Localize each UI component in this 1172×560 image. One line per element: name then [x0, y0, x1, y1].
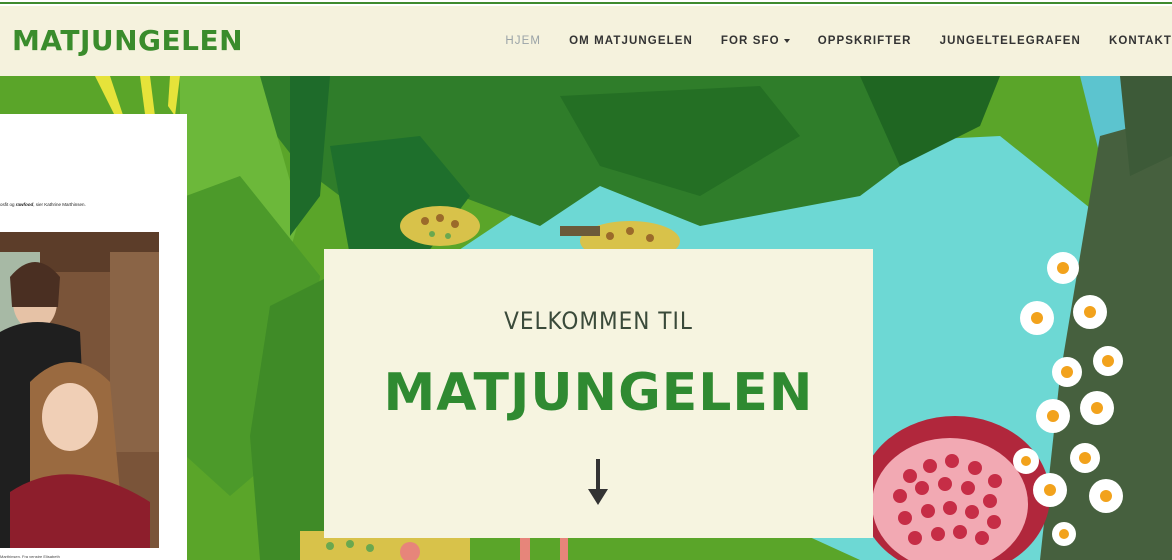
article-text-italic: rawfood [15, 202, 34, 207]
nav-item-jungeltelegrafen[interactable]: JUNGELTELEGRAFEN [940, 35, 1081, 47]
photo-caption: Marthinsen. Fra venstre Elisabeth [0, 554, 60, 559]
article-photo [0, 232, 159, 548]
nav-item-for-sfo-label: FOR SFO [720, 35, 780, 47]
article-text-line: osfit og rawfood, sier Kathrine Marthins… [0, 202, 187, 207]
main-nav: HJEM OM MATJUNGELEN FOR SFO OPPSKRIFTER … [477, 6, 1172, 76]
article-text-suffix: , sier Kathrine Marthinsen. [33, 202, 86, 207]
welcome-title: VELKOMMEN TIL [504, 307, 693, 335]
caret-down-icon [783, 38, 790, 43]
nav-item-om-matjungelen[interactable]: OM MATJUNGELEN [569, 35, 693, 47]
article-overlay: osfit og rawfood, sier Kathrine Marthins… [0, 114, 187, 560]
site-logo[interactable]: MATJUNGELEN [12, 24, 243, 58]
nav-item-kontakt[interactable]: KONTAKT [1109, 35, 1172, 47]
welcome-box: VELKOMMEN TIL MATJUNGELEN [324, 249, 873, 538]
top-border [0, 0, 1172, 4]
article-text-prefix: osfit og [0, 202, 16, 207]
nav-item-oppskrifter[interactable]: OPPSKRIFTER [818, 35, 912, 47]
nav-item-hjem[interactable]: HJEM [505, 35, 541, 47]
nav-item-for-sfo[interactable]: FOR SFO [721, 35, 790, 47]
arrow-down-icon[interactable] [586, 459, 610, 507]
pattern-bush-left [400, 206, 480, 246]
top-navbar: MATJUNGELEN HJEM OM MATJUNGELEN FOR SFO … [0, 6, 1172, 76]
welcome-logo: MATJUNGELEN [383, 363, 814, 423]
